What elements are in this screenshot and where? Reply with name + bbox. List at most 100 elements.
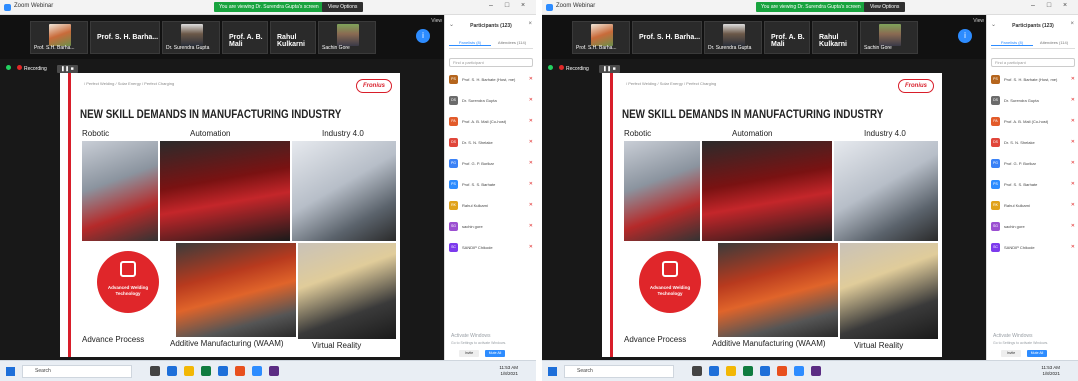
muted-mic-icon[interactable]: ✕ — [529, 223, 533, 229]
participant-row[interactable]: PS Prof. S. H. Barhate (Host, me) ✕ — [991, 75, 1075, 85]
muted-mic-icon[interactable]: ✕ — [1071, 160, 1075, 166]
muted-mic-icon[interactable]: ✕ — [1071, 181, 1075, 187]
file-explorer-icon[interactable] — [726, 366, 736, 376]
participant-search-input[interactable]: Find a participant — [449, 58, 533, 67]
mute-all-button[interactable]: Mute All — [1027, 350, 1047, 357]
maximize-button[interactable]: □ — [502, 2, 512, 9]
app-icon[interactable] — [811, 366, 821, 376]
muted-mic-icon[interactable]: ✕ — [529, 97, 533, 103]
invite-button[interactable]: Invite — [1001, 350, 1021, 357]
view-options-button[interactable]: View Options — [864, 2, 906, 12]
participant-row[interactable]: SC SANDIP Chikode ✕ — [991, 243, 1075, 253]
recording-controls[interactable]: ❚❚ ■ — [56, 65, 78, 73]
video-thumbnail[interactable]: Rahul Kulkarni — [270, 21, 316, 54]
participant-row[interactable]: DS Dr. Surendra Gupta ✕ — [991, 96, 1075, 106]
participant-row[interactable]: RK Rahul Kulkarni ✕ — [449, 201, 533, 211]
participant-row[interactable]: PA Prof. A. B. Mali (Co-host) ✕ — [991, 117, 1075, 127]
participant-search-input[interactable]: Find a participant — [991, 58, 1075, 67]
maximize-button[interactable]: □ — [1044, 2, 1054, 9]
zoom-app-icon[interactable] — [794, 366, 804, 376]
minimize-button[interactable]: – — [486, 2, 496, 9]
participant-row[interactable]: PS Prof. S. S. Barhate ✕ — [449, 180, 533, 190]
video-thumbnail[interactable]: Prof. S. H. Barha... — [90, 21, 160, 54]
muted-mic-icon[interactable]: ✕ — [1071, 139, 1075, 145]
recording-controls[interactable]: ❚❚ ■ — [598, 65, 620, 73]
app-icon[interactable] — [269, 366, 279, 376]
participant-row[interactable]: RK Rahul Kulkarni ✕ — [991, 201, 1075, 211]
mail-icon[interactable] — [760, 366, 770, 376]
additive-image — [176, 243, 296, 337]
muted-mic-icon[interactable]: ✕ — [1071, 244, 1075, 250]
participant-row[interactable]: PS Prof. S. H. Barhate (Host, me) ✕ — [449, 75, 533, 85]
muted-mic-icon[interactable]: ✕ — [529, 202, 533, 208]
close-button[interactable]: × — [1060, 2, 1070, 9]
participant-name: Prof. S. H. Barha... — [639, 34, 701, 41]
muted-mic-icon[interactable]: ✕ — [1071, 118, 1075, 124]
participant-row[interactable]: DS Dr. S. N. Shelake ✕ — [449, 138, 533, 148]
muted-mic-icon[interactable]: ✕ — [529, 118, 533, 124]
muted-mic-icon[interactable]: ✕ — [1071, 223, 1075, 229]
mute-all-button[interactable]: Mute All — [485, 350, 505, 357]
video-thumbnail[interactable]: Prof. S.H. Barha... — [572, 21, 630, 54]
video-thumbnail[interactable]: Prof. A. B. Mali — [764, 21, 810, 54]
view-options-button[interactable]: View Options — [322, 2, 364, 12]
participant-row[interactable]: SG sachin gore ✕ — [991, 222, 1075, 232]
video-thumbnail[interactable]: Dr. Surendra Gupta — [162, 21, 220, 54]
muted-mic-icon[interactable]: ✕ — [529, 160, 533, 166]
video-thumbnail[interactable]: Prof. A. B. Mali — [222, 21, 268, 54]
zoom-app-icon[interactable] — [252, 366, 262, 376]
participant-row[interactable]: SG sachin gore ✕ — [449, 222, 533, 232]
video-thumbnail[interactable]: Dr. Surendra Gupta — [704, 21, 762, 54]
participant-row[interactable]: SC SANDIP Chikode ✕ — [449, 243, 533, 253]
video-thumbnail[interactable]: Sachin Gore — [318, 21, 376, 54]
close-button[interactable]: × — [518, 2, 528, 9]
info-icon[interactable]: i — [958, 29, 972, 43]
video-thumbnail[interactable]: Rahul Kulkarni — [812, 21, 858, 54]
close-panel-icon[interactable]: × — [1070, 21, 1074, 27]
invite-button[interactable]: Invite — [459, 350, 479, 357]
clock-date: 1/8/2021 — [1042, 371, 1060, 376]
muted-mic-icon[interactable]: ✕ — [1071, 76, 1075, 82]
store-icon[interactable] — [743, 366, 753, 376]
muted-mic-icon[interactable]: ✕ — [529, 244, 533, 250]
minimize-button[interactable]: – — [1028, 2, 1038, 9]
task-view-icon[interactable] — [692, 366, 702, 376]
tab-attendees[interactable]: Attendees (114) — [491, 40, 533, 45]
windows-start-icon[interactable] — [548, 367, 557, 376]
view-label[interactable]: View — [973, 18, 984, 24]
participant-row[interactable]: DS Dr. S. N. Shelake ✕ — [991, 138, 1075, 148]
participant-row[interactable]: DS Dr. Surendra Gupta ✕ — [449, 96, 533, 106]
participant-row[interactable]: PG Prof. G. P. Borikar ✕ — [449, 159, 533, 169]
taskbar-search-box[interactable]: Search — [564, 365, 674, 378]
participant-photo — [181, 24, 203, 46]
file-explorer-icon[interactable] — [184, 366, 194, 376]
participant-row[interactable]: PA Prof. A. B. Mali (Co-host) ✕ — [449, 117, 533, 127]
muted-mic-icon[interactable]: ✕ — [529, 139, 533, 145]
task-view-icon[interactable] — [150, 366, 160, 376]
edge-icon[interactable] — [167, 366, 177, 376]
store-icon[interactable] — [201, 366, 211, 376]
taskbar-search-box[interactable]: Search — [22, 365, 132, 378]
info-icon[interactable]: i — [416, 29, 430, 43]
windows-start-icon[interactable] — [6, 367, 15, 376]
video-thumbnail[interactable]: Sachin Gore — [860, 21, 918, 54]
muted-mic-icon[interactable]: ✕ — [1071, 202, 1075, 208]
awt-badge: Advanced Welding Technology — [639, 251, 701, 313]
zoom-window-screenshot: Zoom Webinar You are viewing Dr. Surendra… — [542, 0, 1078, 381]
muted-mic-icon[interactable]: ✕ — [529, 76, 533, 82]
muted-mic-icon[interactable]: ✕ — [529, 181, 533, 187]
tab-attendees[interactable]: Attendees (114) — [1033, 40, 1075, 45]
edge-icon[interactable] — [709, 366, 719, 376]
chrome-icon[interactable] — [777, 366, 787, 376]
video-thumbnail[interactable]: Prof. S.H. Barha... — [30, 21, 88, 54]
participant-row[interactable]: PS Prof. S. S. Barhate ✕ — [991, 180, 1075, 190]
participant-row[interactable]: PG Prof. G. P. Borikar ✕ — [991, 159, 1075, 169]
mail-icon[interactable] — [218, 366, 228, 376]
muted-mic-icon[interactable]: ✕ — [1071, 97, 1075, 103]
video-thumbnail[interactable]: Prof. S. H. Barha... — [632, 21, 702, 54]
tab-panelists[interactable]: Panelists (8) — [449, 40, 491, 46]
view-label[interactable]: View — [431, 18, 442, 24]
tab-panelists[interactable]: Panelists (8) — [991, 40, 1033, 46]
chrome-icon[interactable] — [235, 366, 245, 376]
close-panel-icon[interactable]: × — [528, 21, 532, 27]
